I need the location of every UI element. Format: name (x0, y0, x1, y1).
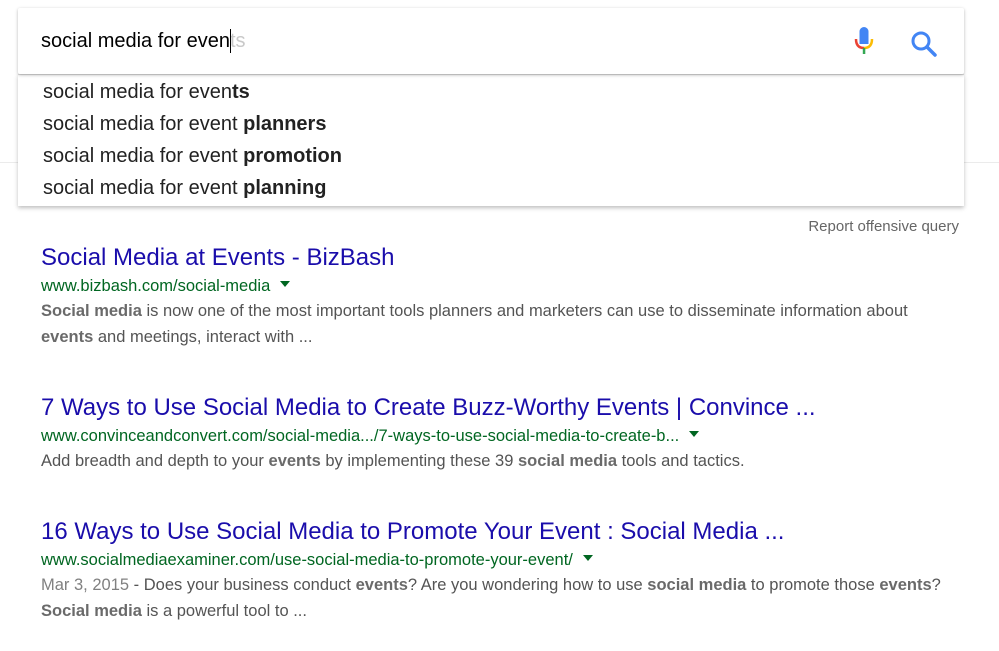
result-url: www.convinceandconvert.com/social-media.… (41, 425, 941, 447)
snippet-text: ? (931, 576, 941, 594)
snippet-highlight: social media (518, 452, 618, 470)
result-url: www.socialmediaexaminer.com/use-social-m… (41, 549, 941, 571)
suggestion-completion: promotion (237, 145, 342, 167)
result-url-text: www.bizbash.com/social-media (41, 277, 271, 295)
snippet-highlight: Social media (41, 302, 142, 320)
result-title-link[interactable]: Social Media at Events - BizBash (41, 243, 941, 273)
search-box[interactable]: social media for events (18, 8, 964, 74)
suggestion-completion: ts (231, 81, 250, 103)
result-snippet: Social media is now one of the most impo… (41, 298, 941, 350)
snippet-text: is now one of the most important tools p… (141, 302, 908, 320)
snippet-text: - Does your business conduct (129, 576, 356, 594)
dropdown-arrow-icon[interactable] (582, 554, 593, 561)
snippet-text: ? Are you wondering how to use (407, 576, 648, 594)
result-snippet: Add breadth and depth to your events by … (41, 448, 941, 474)
snippet-highlight: events (355, 576, 408, 594)
search-icon[interactable] (909, 29, 939, 59)
suggestion-completion: planners (237, 113, 327, 135)
snippet-text: to promote those (746, 576, 880, 594)
result-title-link[interactable]: 16 Ways to Use Social Media to Promote Y… (41, 517, 941, 547)
snippet-text: Add breadth and depth to your (41, 452, 269, 470)
result-url-text: www.convinceandconvert.com/social-media.… (41, 427, 680, 445)
snippet-highlight: events (41, 328, 94, 346)
search-result: 7 Ways to Use Social Media to Create Buz… (41, 393, 941, 474)
search-input[interactable]: social media for events (41, 28, 246, 54)
report-offensive-query-link[interactable]: Report offensive query (808, 218, 959, 235)
text-caret (229, 28, 231, 53)
snippet-text: tools and tactics. (617, 452, 745, 470)
search-typed-text: social media for even (41, 30, 230, 52)
result-date: Mar 3, 2015 (41, 576, 130, 594)
dropdown-arrow-icon[interactable] (280, 280, 291, 287)
snippet-highlight: social media (647, 576, 747, 594)
suggestion-completion: planning (237, 177, 327, 199)
snippet-text: and meetings, interact with ... (93, 328, 313, 346)
search-result: Social Media at Events - BizBash www.biz… (41, 243, 941, 350)
dropdown-arrow-icon[interactable] (689, 430, 700, 437)
snippet-text: is a powerful tool to ... (141, 602, 307, 620)
snippet-highlight: events (879, 576, 932, 594)
snippet-highlight: events (268, 452, 321, 470)
snippet-text: by implementing these 39 (320, 452, 518, 470)
suggestion-prefix: social media for even (43, 81, 232, 103)
snippet-highlight: Social media (41, 602, 142, 620)
suggestion-item[interactable]: social media for event promotion (43, 143, 342, 169)
search-result: 16 Ways to Use Social Media to Promote Y… (41, 517, 941, 624)
suggestion-item[interactable]: social media for event planning (43, 175, 326, 201)
suggestion-prefix: social media for event (43, 113, 238, 135)
suggestion-prefix: social media for event (43, 177, 238, 199)
result-url-text: www.socialmediaexaminer.com/use-social-m… (41, 551, 573, 569)
result-title-link[interactable]: 7 Ways to Use Social Media to Create Buz… (41, 393, 941, 423)
suggestion-prefix: social media for event (43, 145, 238, 167)
result-snippet: Mar 3, 2015 - Does your business conduct… (41, 572, 941, 624)
suggestion-item[interactable]: social media for events (43, 79, 250, 105)
suggestion-item[interactable]: social media for event planners (43, 111, 326, 137)
microphone-icon[interactable] (852, 26, 876, 58)
autocomplete-dropdown: social media for events social media for… (18, 74, 964, 206)
search-autocomplete-hint: ts (229, 30, 246, 52)
result-url: www.bizbash.com/social-media (41, 275, 941, 297)
